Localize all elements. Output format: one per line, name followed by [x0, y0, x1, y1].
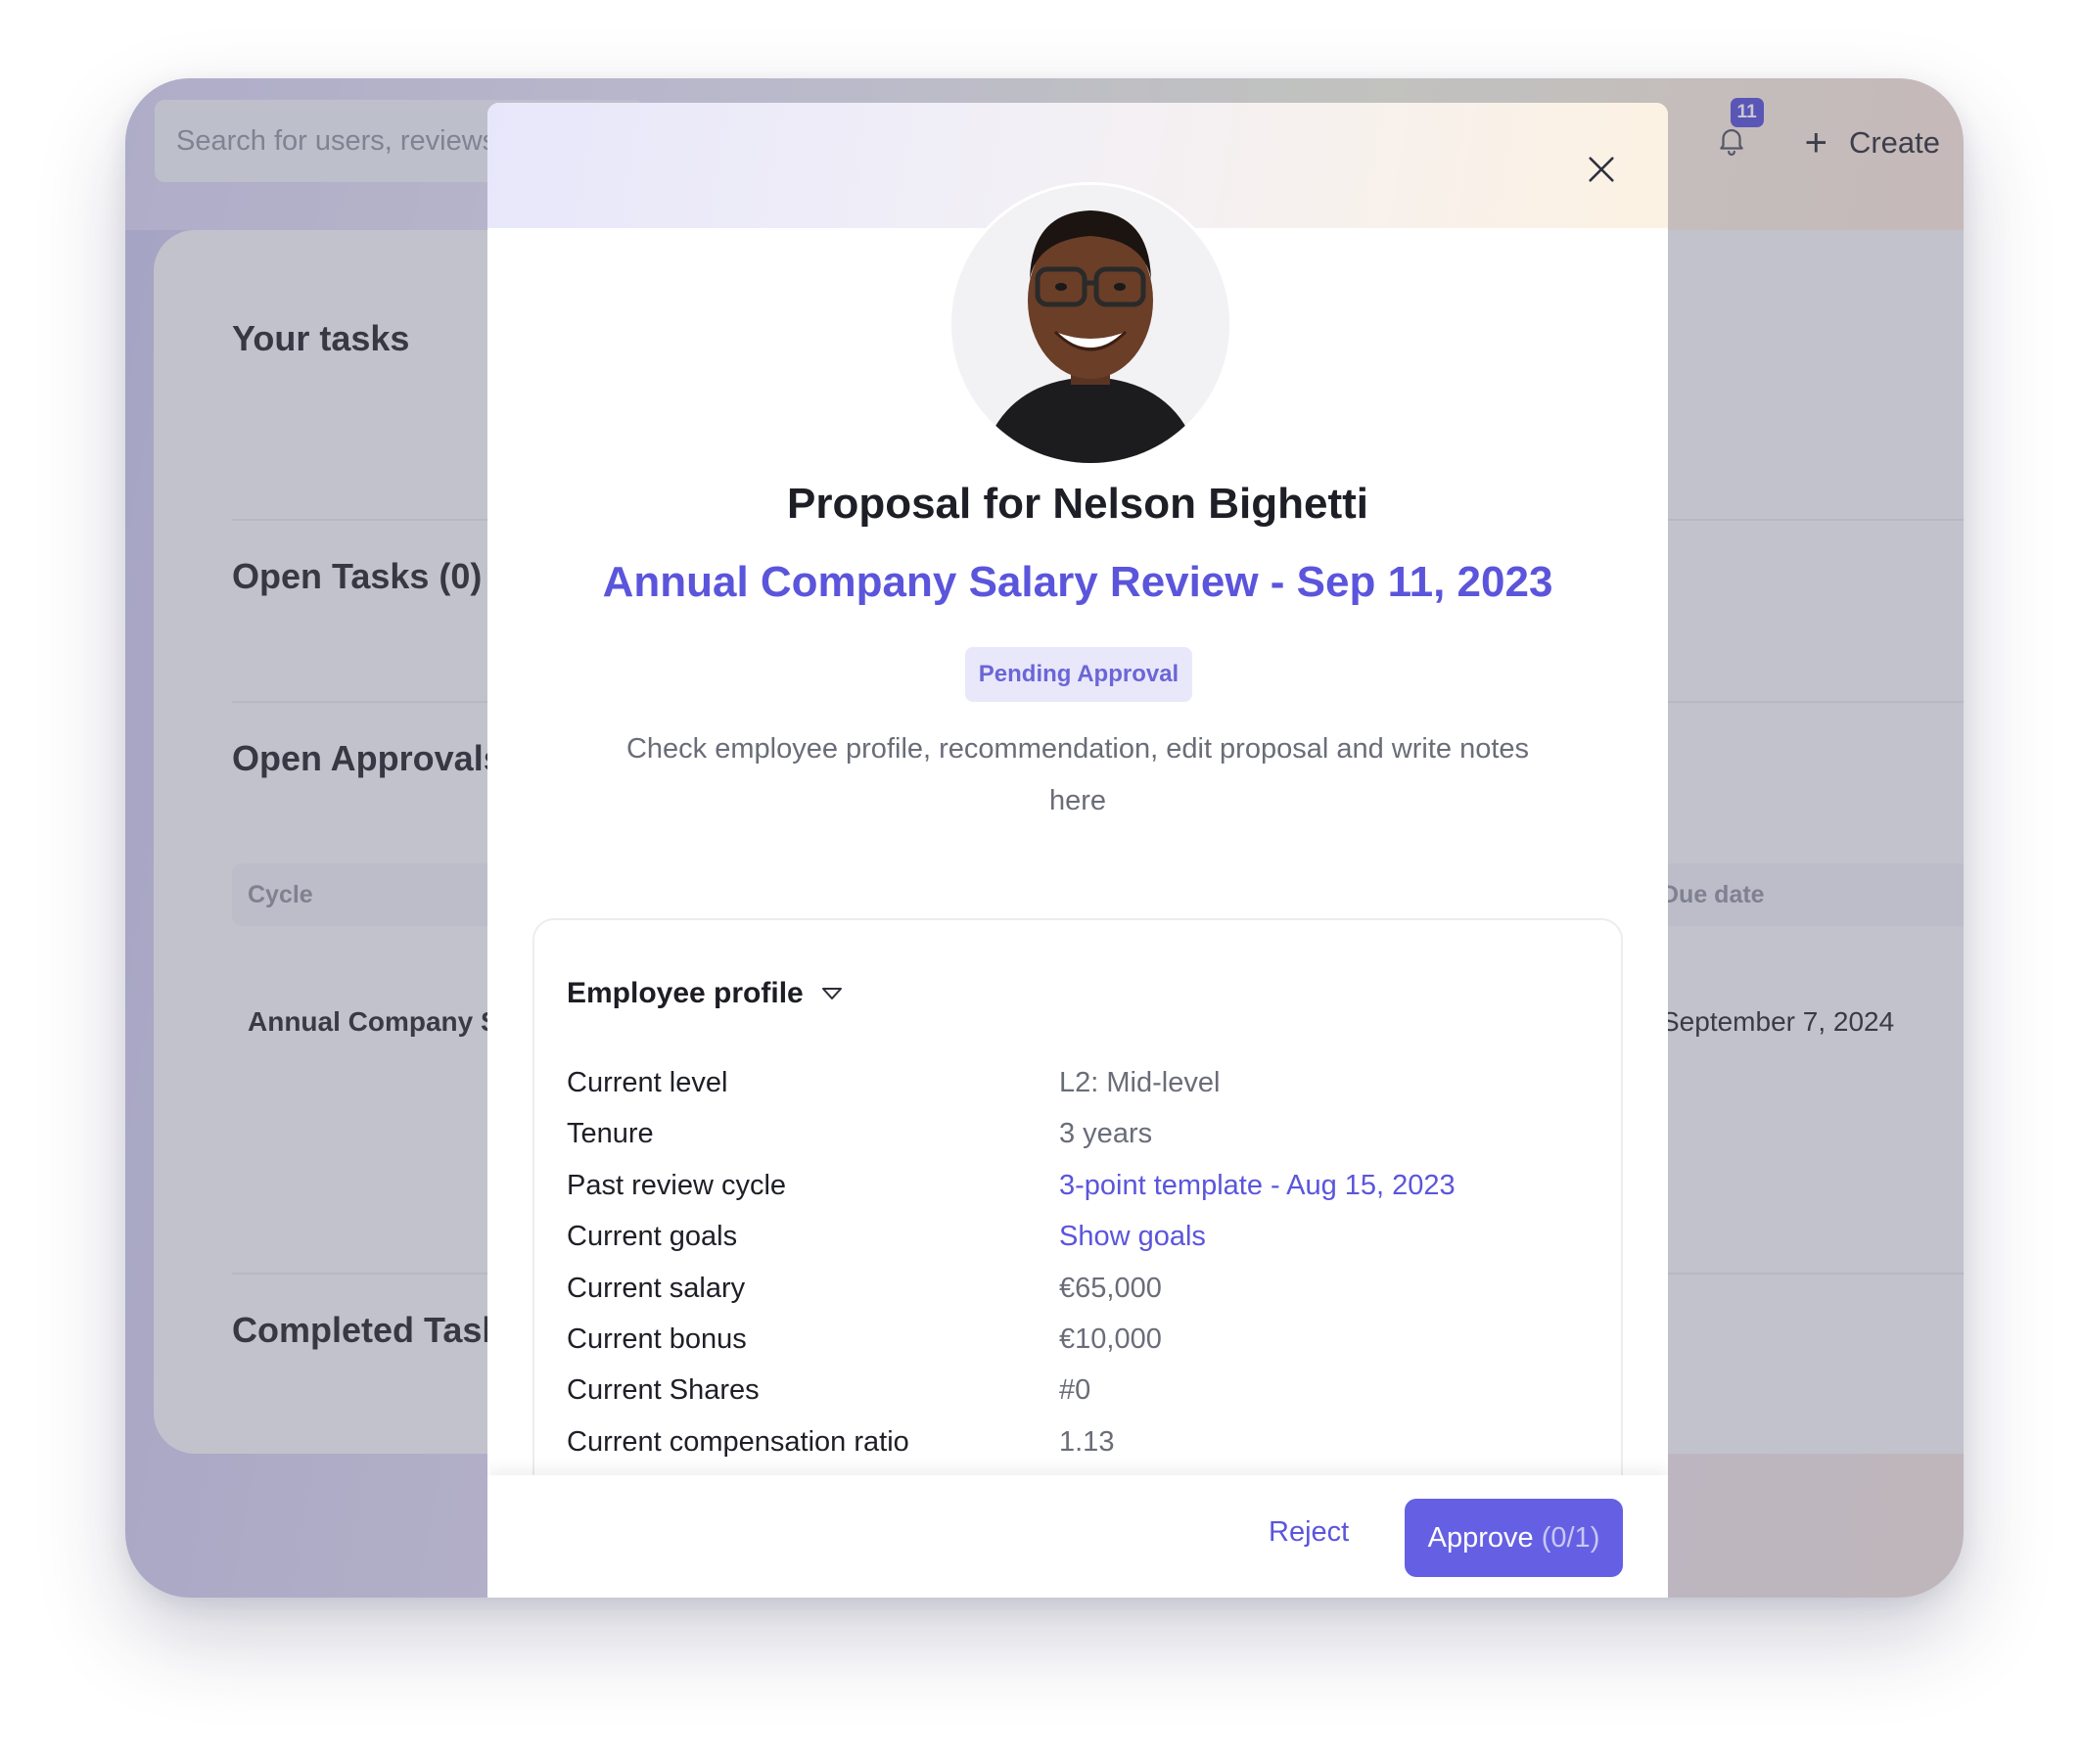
modal-title: Proposal for Nelson Bighetti	[786, 480, 1369, 528]
profile-row-tenure: Tenure 3 years	[567, 1118, 1585, 1169]
avatar	[951, 185, 1229, 463]
profile-row-compensation-ratio: Current compensation ratio 1.13	[567, 1426, 1585, 1477]
profile-row-current-shares: Current Shares #0	[567, 1374, 1585, 1425]
employee-profile-heading: Employee profile	[567, 977, 804, 1009]
employee-profile-card: Employee profile Current level L2: Mid-l…	[532, 918, 1623, 1525]
employee-profile-rows: Current level L2: Mid-level Tenure 3 yea…	[567, 1067, 1585, 1477]
profile-row-value: 1.13	[1059, 1425, 1115, 1458]
past-review-cycle-link[interactable]: 3-point template - Aug 15, 2023	[1059, 1170, 1456, 1202]
profile-row-label: Tenure	[567, 1118, 654, 1150]
chevron-down-icon	[821, 988, 842, 999]
approve-label: Approve	[1427, 1522, 1534, 1554]
profile-row-label: Current salary	[567, 1272, 746, 1304]
approve-button[interactable]: Approve (0/1)	[1405, 1499, 1623, 1577]
close-icon	[1589, 157, 1614, 182]
profile-row-current-level: Current level L2: Mid-level	[567, 1067, 1585, 1118]
review-cycle-link[interactable]: Annual Company Salary Review - Sep 11, 2…	[487, 558, 1668, 607]
profile-row-value: €65,000	[1059, 1272, 1162, 1304]
modal-description: Check employee profile, recommendation, …	[625, 733, 1530, 816]
modal-footer: Reject Approve (0/1)	[487, 1475, 1668, 1598]
profile-row-value: 3 years	[1059, 1118, 1153, 1150]
status-badge: Pending Approval	[965, 647, 1192, 702]
profile-row-past-review-cycle: Past review cycle 3-point template - Aug…	[567, 1170, 1585, 1221]
profile-row-label: Current compensation ratio	[567, 1425, 909, 1458]
avatar-portrait	[951, 185, 1229, 463]
employee-profile-toggle[interactable]: Employee profile	[567, 977, 843, 1010]
proposal-modal: Proposal for Nelson Bighetti Annual Comp…	[487, 103, 1668, 1598]
close-button[interactable]	[1574, 142, 1629, 197]
profile-row-label: Current Shares	[567, 1374, 760, 1407]
profile-row-label: Past review cycle	[567, 1169, 787, 1201]
show-goals-link[interactable]: Show goals	[1059, 1221, 1206, 1253]
profile-row-current-bonus: Current bonus €10,000	[567, 1323, 1585, 1374]
profile-row-value: L2: Mid-level	[1059, 1067, 1221, 1098]
profile-row-current-goals: Current goals Show goals	[567, 1221, 1585, 1272]
reject-button[interactable]: Reject	[1269, 1516, 1349, 1549]
profile-row-label: Current level	[567, 1067, 728, 1098]
profile-row-label: Current bonus	[567, 1323, 747, 1355]
profile-row-label: Current goals	[567, 1221, 738, 1253]
profile-row-value: #0	[1059, 1374, 1091, 1407]
approval-count: (0/1)	[1541, 1522, 1600, 1554]
profile-row-current-salary: Current salary €65,000	[567, 1273, 1585, 1323]
profile-row-value: €10,000	[1059, 1323, 1162, 1355]
